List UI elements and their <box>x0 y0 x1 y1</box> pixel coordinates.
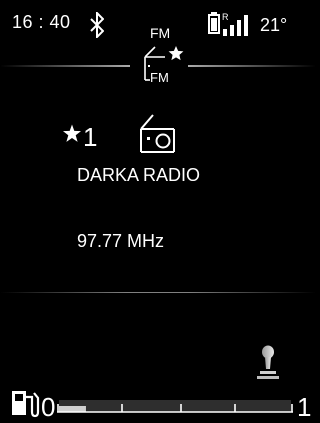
station-frequency: 97.77 MHz <box>77 231 165 251</box>
fuel-gauge-max-label: 1 <box>297 392 312 422</box>
radio-fm-favorite-icon: FM <box>144 46 184 85</box>
header-divider-right <box>188 65 316 67</box>
fuel-gauge <box>57 400 293 413</box>
fuel-pump-icon <box>12 391 40 418</box>
outside-temperature: 21° <box>260 15 288 35</box>
fuel-gauge-min-label: 0 <box>41 392 56 422</box>
station-name: DARKA RADIO <box>77 165 201 185</box>
clock: 16 : 40 <box>12 12 71 32</box>
content-divider <box>0 292 316 293</box>
svg-text:R: R <box>222 12 229 22</box>
header-source-icon-label: FM <box>150 70 169 85</box>
battery-icon <box>208 12 220 34</box>
bluetooth-icon <box>90 12 104 38</box>
radio-icon <box>140 114 175 153</box>
fuel-gauge-track <box>59 400 291 412</box>
header-divider-left <box>0 65 130 67</box>
star-icon <box>63 124 81 142</box>
signal-strength-icon: R <box>222 12 248 36</box>
gear-shift-icon <box>257 345 279 379</box>
fuel-gauge-fill <box>59 406 86 412</box>
source-mode-label: FM <box>150 25 171 41</box>
preset-number: 1 <box>83 122 98 152</box>
